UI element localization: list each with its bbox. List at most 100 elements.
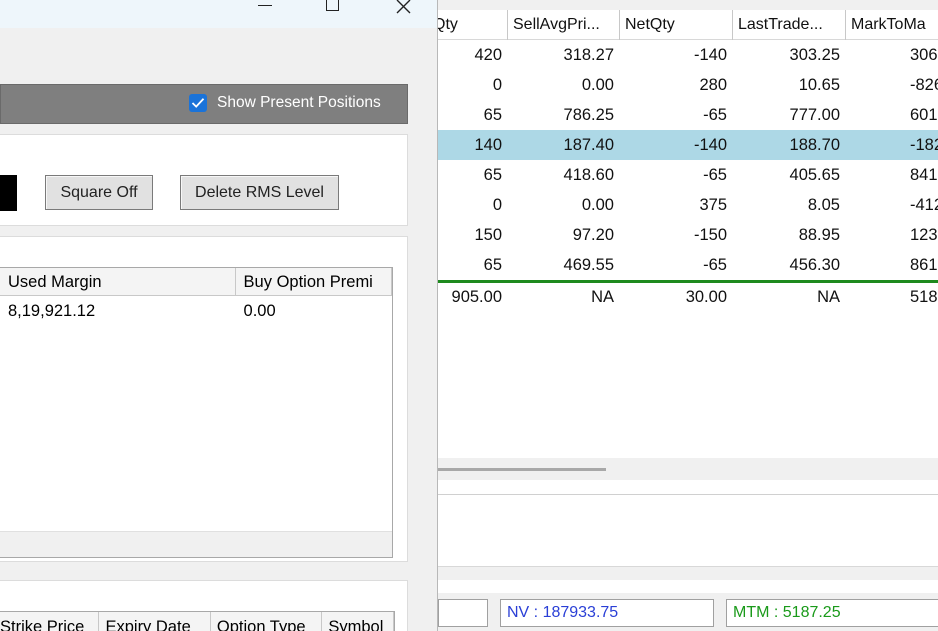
minimize-icon: [258, 5, 272, 6]
cell-last-trade: 88.95: [798, 226, 840, 244]
cell-buy-option-premium: 0.00: [243, 302, 276, 320]
horizontal-scrollbar[interactable]: [438, 458, 938, 480]
cell-last-trade: 188.70: [789, 136, 840, 154]
cell-mark-to-market: 841.7: [910, 166, 938, 184]
status-bar: NV : 187933.75 MTM : 5187.25: [438, 593, 938, 631]
cell-last-trade: 303.25: [789, 46, 840, 64]
table-row[interactable]: 0 0.00 280 10.65 -826.0: [438, 70, 938, 100]
cell-mark-to-market: -412.5: [910, 196, 938, 214]
cell-net-qty: 280: [699, 76, 727, 94]
totals-row: 905.00 NA 30.00 NA 5187.2: [438, 280, 938, 312]
cell-sell-avg-price: 418.60: [563, 166, 614, 184]
cell-sell-avg-price: 0.00: [581, 196, 614, 214]
cell-qty: 150: [474, 226, 502, 244]
cell-qty: 420: [474, 46, 502, 64]
margin-panel: Used Margin Buy Option Premi 8,19,921.12…: [0, 236, 408, 562]
table-row[interactable]: 150 97.20 -150 88.95 1237.5: [438, 220, 938, 250]
cell-used-margin: 8,19,921.12: [8, 302, 96, 320]
total-last-trade: NA: [817, 288, 840, 306]
cell-qty: 65: [483, 166, 502, 184]
column-header-strike-price[interactable]: Strike Price: [0, 612, 100, 631]
show-present-positions-checkbox[interactable]: Show Present Positions: [189, 94, 381, 112]
cell-net-qty: -140: [693, 46, 727, 64]
filter-bar: Show Present Positions: [0, 84, 408, 124]
close-button[interactable]: [380, 0, 426, 20]
maximize-icon: [326, 0, 339, 11]
cell-mark-to-market: 1237.5: [910, 226, 938, 244]
cell-qty: 0: [492, 196, 502, 214]
cell-last-trade: 8.05: [807, 196, 840, 214]
delete-rms-level-button[interactable]: Delete RMS Level: [180, 175, 339, 210]
table-row[interactable]: 65 786.25 -65 777.00 601.2: [438, 100, 938, 130]
option-details-panel: Strike Price Expiry Date Option Type Sym…: [0, 580, 408, 631]
cell-sell-avg-price: 786.25: [563, 106, 614, 124]
column-header-option-type[interactable]: Option Type: [211, 612, 323, 631]
table-row[interactable]: 8,19,921.12 0.00: [0, 296, 392, 326]
cell-sell-avg-price: 469.55: [563, 256, 614, 274]
cell-qty: 0: [492, 76, 502, 94]
cell-net-qty: -65: [703, 106, 727, 124]
cell-mark-to-market: 861.2: [910, 256, 938, 274]
status-box-empty: [438, 599, 488, 627]
positions-window-top-strip: [438, 0, 938, 10]
cell-sell-avg-price: 318.27: [563, 46, 614, 64]
minimize-button[interactable]: [242, 0, 288, 20]
margin-grid-header: Used Margin Buy Option Premi: [0, 268, 392, 296]
cell-last-trade: 10.65: [798, 76, 840, 94]
close-icon: [396, 0, 411, 14]
cell-net-qty: 375: [699, 196, 727, 214]
cell-sell-avg-price: 187.40: [563, 136, 614, 154]
total-qty: 905.00: [451, 288, 502, 306]
cell-qty: 65: [483, 256, 502, 274]
cell-last-trade: 456.30: [789, 256, 840, 274]
table-row-selected[interactable]: 140 187.40 -140 188.70 -182.0: [438, 130, 938, 160]
column-header-mark-to-market[interactable]: MarkToMa: [846, 10, 938, 40]
positions-grid-body: 420 318.27 -140 303.25 3066.0 0 0.00 280…: [438, 40, 938, 312]
status-mark-to-market: MTM : 5187.25: [726, 599, 938, 627]
column-header-used-margin[interactable]: Used Margin: [0, 268, 236, 296]
column-header-symbol[interactable]: Symbol: [322, 612, 394, 631]
rms-dialog-window: Show Present Positions Square Off Delete…: [0, 0, 438, 631]
table-row[interactable]: 420 318.27 -140 303.25 3066.0: [438, 40, 938, 70]
cell-sell-avg-price: 0.00: [581, 76, 614, 94]
total-net-qty: 30.00: [685, 288, 727, 306]
lower-panel-strip: [438, 566, 938, 580]
table-row[interactable]: 0 0.00 375 8.05 -412.5: [438, 190, 938, 220]
title-bar: [0, 0, 437, 28]
status-net-value: NV : 187933.75: [500, 599, 714, 627]
cell-net-qty: -65: [703, 256, 727, 274]
total-mark-to-market: 5187.2: [910, 288, 938, 306]
cell-sell-avg-price: 97.20: [572, 226, 614, 244]
show-present-positions-label[interactable]: Show Present Positions: [217, 94, 381, 112]
cell-net-qty: -65: [703, 166, 727, 184]
positions-grid-header: Qty SellAvgPri... NetQty LastTrade... Ma…: [438, 10, 938, 40]
total-sell-avg-price: NA: [591, 288, 614, 306]
margin-grid-scroll-area: [0, 531, 392, 557]
scrollbar-thumb[interactable]: [438, 468, 606, 471]
cell-last-trade: 777.00: [789, 106, 840, 124]
option-details-header: Strike Price Expiry Date Option Type Sym…: [0, 611, 395, 631]
table-row[interactable]: 65 469.55 -65 456.30 861.2: [438, 250, 938, 280]
cell-net-qty: -140: [693, 136, 727, 154]
column-header-qty[interactable]: Qty: [438, 10, 508, 40]
column-header-buy-option-premium[interactable]: Buy Option Premi: [236, 268, 392, 296]
table-row[interactable]: 65 418.60 -65 405.65 841.7: [438, 160, 938, 190]
cell-last-trade: 405.65: [789, 166, 840, 184]
cell-mark-to-market: 601.2: [910, 106, 938, 124]
color-indicator: [0, 175, 17, 211]
divider: [438, 494, 938, 495]
column-header-last-trade[interactable]: LastTrade...: [733, 10, 846, 40]
positions-window: Qty SellAvgPri... NetQty LastTrade... Ma…: [438, 0, 938, 631]
margin-grid: Used Margin Buy Option Premi 8,19,921.12…: [0, 267, 393, 558]
cell-qty: 140: [474, 136, 502, 154]
square-off-button[interactable]: Square Off: [45, 175, 153, 210]
column-header-net-qty[interactable]: NetQty: [620, 10, 733, 40]
cell-mark-to-market: -826.0: [910, 76, 938, 94]
checkbox-checked-icon[interactable]: [189, 94, 207, 112]
actions-panel: Square Off Delete RMS Level: [0, 134, 408, 226]
cell-net-qty: -150: [693, 226, 727, 244]
maximize-button[interactable]: [310, 0, 356, 20]
column-header-sell-avg-price[interactable]: SellAvgPri...: [508, 10, 620, 40]
cell-qty: 65: [483, 106, 502, 124]
column-header-expiry-date[interactable]: Expiry Date: [99, 612, 211, 631]
